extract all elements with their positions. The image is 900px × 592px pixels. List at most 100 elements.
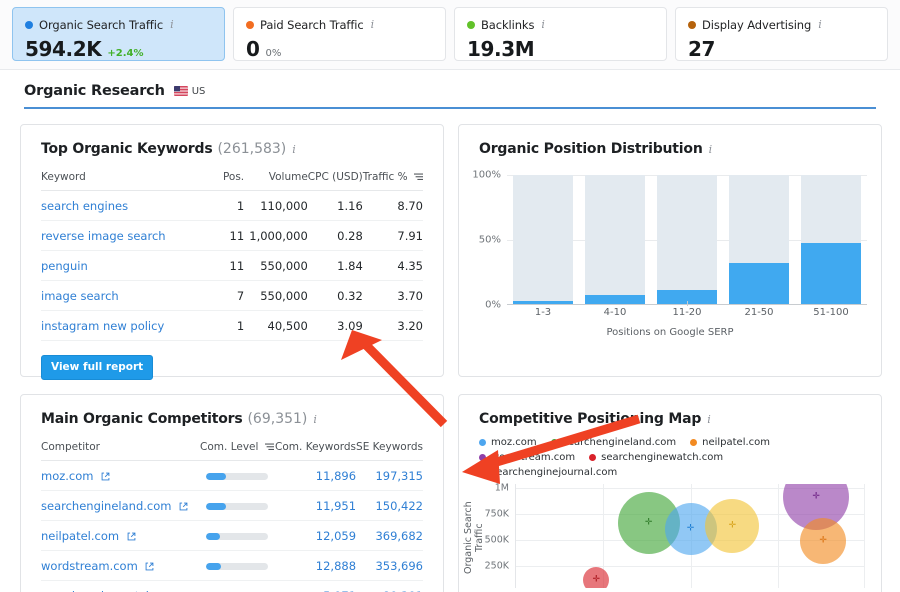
cell-competitor[interactable]: wordstream.com <box>41 551 199 581</box>
external-link-icon[interactable] <box>127 532 136 541</box>
x-tick-text: 4-10 <box>604 307 627 318</box>
sort-descending-icon <box>265 443 274 451</box>
com-keywords-link[interactable]: 11,896 <box>316 469 356 483</box>
info-icon[interactable]: i <box>707 413 711 426</box>
position-distribution-chart: 100% 50% 0% <box>459 175 881 335</box>
view-full-report-button[interactable]: View full report <box>41 355 153 380</box>
cell-keyword[interactable]: penguin <box>41 251 209 281</box>
table-row[interactable]: instagram new policy 1 40,500 3.09 3.20 <box>41 311 423 341</box>
table-row[interactable]: reverse image search 11 1,000,000 0.28 7… <box>41 221 423 251</box>
metric-card-backlinks[interactable]: Backlinks i 19.3M <box>454 7 667 61</box>
table-row[interactable]: penguin 11 550,000 1.84 4.35 <box>41 251 423 281</box>
info-icon[interactable]: i <box>313 413 317 426</box>
legend-color-dot <box>589 454 596 461</box>
competition-level-bar <box>206 533 268 540</box>
table-row[interactable]: neilpatel.com 12,059 369,682 <box>41 521 423 551</box>
cell-competitor[interactable]: moz.com <box>41 461 199 491</box>
table-row[interactable]: wordstream.com 12,888 353,696 <box>41 551 423 581</box>
info-icon[interactable]: i <box>292 143 296 156</box>
external-link-icon[interactable] <box>179 502 188 511</box>
cell-competitor[interactable]: searchengineland.com <box>41 491 199 521</box>
bar-fill[interactable] <box>513 301 572 304</box>
com-keywords-link[interactable]: 12,888 <box>316 559 356 573</box>
bar-slot[interactable] <box>651 175 723 304</box>
x-axis-ticks: 1-3 4-10 11-20 21-50 51-100 <box>507 307 867 318</box>
legend-item[interactable]: searchenginejournal.com <box>479 467 617 478</box>
bar-slot[interactable] <box>507 175 579 304</box>
column-header-volume[interactable]: Volume <box>244 171 308 191</box>
page-title: Organic Research <box>24 83 165 99</box>
info-icon[interactable]: i <box>818 18 822 31</box>
competitor-link[interactable]: neilpatel.com <box>41 529 119 543</box>
column-header-competitor[interactable]: Competitor <box>41 441 199 461</box>
bar-slot[interactable] <box>579 175 651 304</box>
country-selector[interactable]: US <box>174 86 206 97</box>
column-header-traffic-pct[interactable]: Traffic % <box>363 171 423 191</box>
keyword-link[interactable]: penguin <box>41 259 88 273</box>
competition-level-fill <box>206 503 226 510</box>
se-keywords-link[interactable]: 150,422 <box>375 499 423 513</box>
competitor-link[interactable]: wordstream.com <box>41 559 138 573</box>
external-link-icon[interactable] <box>101 472 110 481</box>
bar-series <box>507 175 867 304</box>
legend-item[interactable]: searchenginewatch.com <box>589 452 723 463</box>
bar-fill[interactable] <box>801 243 860 304</box>
metric-card-paid-search-traffic[interactable]: Paid Search Traffic i 0 0% <box>233 7 446 61</box>
keyword-link[interactable]: instagram new policy <box>41 319 164 333</box>
column-header-pos[interactable]: Pos. <box>209 171 244 191</box>
cell-keyword[interactable]: search engines <box>41 191 209 221</box>
y-axis-ticks: 100% 50% 0% <box>467 175 501 305</box>
cell-keyword[interactable]: instagram new policy <box>41 311 209 341</box>
cell-competitor[interactable]: searchenginewatch.com <box>41 581 199 592</box>
keyword-link[interactable]: reverse image search <box>41 229 166 243</box>
bar-track <box>513 175 572 304</box>
se-keywords-link[interactable]: 353,696 <box>375 559 423 573</box>
cell-keyword[interactable]: image search <box>41 281 209 311</box>
metric-header: Organic Search Traffic i <box>25 17 212 32</box>
panel-title: Top Organic Keywords <box>41 141 212 157</box>
cell-com-level <box>199 521 275 551</box>
legend-item[interactable]: neilpatel.com <box>690 437 770 448</box>
cell-com-level <box>199 551 275 581</box>
column-header-com-keywords[interactable]: Com. Keywords <box>275 441 356 461</box>
table-row[interactable]: image search 7 550,000 0.32 3.70 <box>41 281 423 311</box>
cell-cpc: 0.28 <box>308 221 363 251</box>
table-row[interactable]: searchenginewatch.com 5,971 80,301 <box>41 581 423 592</box>
bar-slot[interactable] <box>723 175 795 304</box>
cell-keyword[interactable]: reverse image search <box>41 221 209 251</box>
keyword-link[interactable]: search engines <box>41 199 128 213</box>
table-row[interactable]: search engines 1 110,000 1.16 8.70 <box>41 191 423 221</box>
cell-competitor[interactable]: neilpatel.com <box>41 521 199 551</box>
cell-se-keywords: 369,682 <box>356 521 423 551</box>
info-icon[interactable]: i <box>541 18 545 31</box>
metric-card-organic-search-traffic[interactable]: Organic Search Traffic i 594.2K +2.4% <box>12 7 225 61</box>
table-row[interactable]: searchengineland.com 11,951 150,422 <box>41 491 423 521</box>
info-icon[interactable]: i <box>371 18 375 31</box>
info-icon[interactable]: i <box>170 18 174 31</box>
column-header-com-level[interactable]: Com. Level <box>199 441 275 461</box>
bar-plot-area <box>507 175 867 305</box>
com-keywords-link[interactable]: 11,951 <box>316 499 356 513</box>
legend-item[interactable]: moz.com <box>479 437 537 448</box>
bar-fill[interactable] <box>585 295 644 304</box>
keyword-link[interactable]: image search <box>41 289 119 303</box>
legend-color-dot <box>551 439 558 446</box>
bar-slot[interactable] <box>795 175 867 304</box>
metric-card-display-advertising[interactable]: Display Advertising i 27 <box>675 7 888 61</box>
com-keywords-link[interactable]: 12,059 <box>316 529 356 543</box>
column-header-cpc[interactable]: CPC (USD) <box>308 171 363 191</box>
x-tick-text: 51-100 <box>813 307 848 318</box>
info-icon[interactable]: i <box>709 143 713 156</box>
se-keywords-link[interactable]: 197,315 <box>375 469 423 483</box>
bar-fill[interactable] <box>729 263 788 304</box>
cell-volume: 550,000 <box>244 251 308 281</box>
competitor-link[interactable]: moz.com <box>41 469 94 483</box>
legend-item[interactable]: wordstream.com <box>479 452 575 463</box>
legend-item[interactable]: searchengineland.com <box>551 437 676 448</box>
table-row[interactable]: moz.com 11,896 197,315 <box>41 461 423 491</box>
se-keywords-link[interactable]: 369,682 <box>375 529 423 543</box>
competitor-link[interactable]: searchengineland.com <box>41 499 171 513</box>
column-header-keyword[interactable]: Keyword <box>41 171 209 191</box>
external-link-icon[interactable] <box>145 562 154 571</box>
column-header-se-keywords[interactable]: SE Keywords <box>356 441 423 461</box>
